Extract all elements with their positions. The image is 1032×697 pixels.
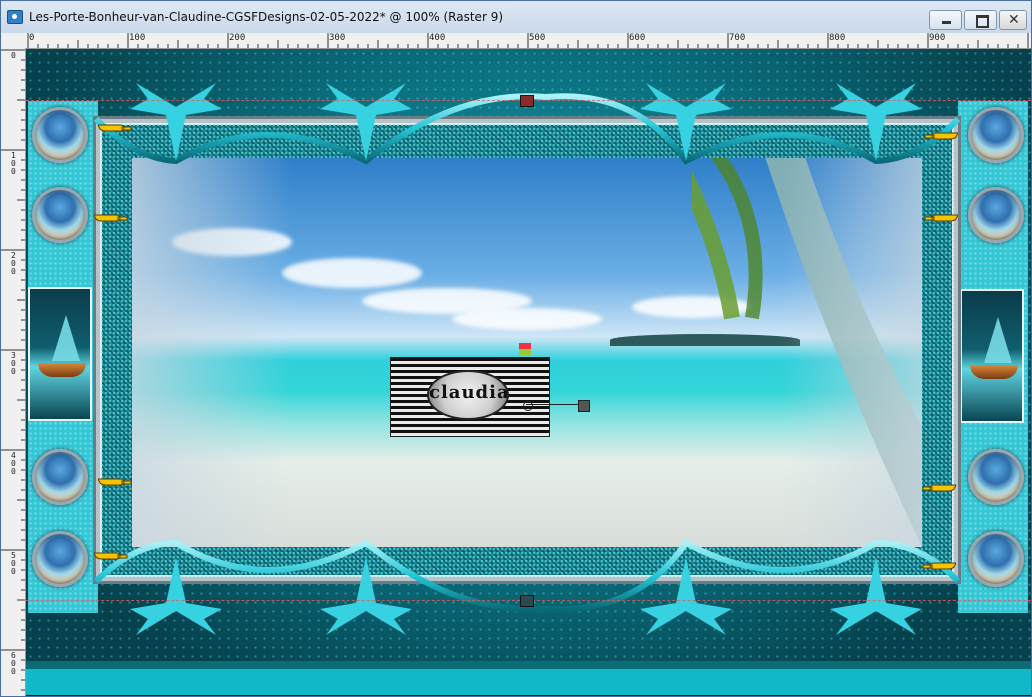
pointing-hand-icon bbox=[98, 475, 132, 489]
ruler-label-200: 200 bbox=[229, 33, 246, 43]
image-window: Les-Porte-Bonheur-van-Claudine-CGSFDesig… bbox=[0, 0, 1032, 697]
ruler-label-600: 600 bbox=[629, 33, 646, 43]
ruler-label-800: 800 bbox=[829, 33, 846, 43]
logo-badge: claudia bbox=[427, 370, 509, 420]
transform-handle-top[interactable] bbox=[520, 95, 534, 107]
ruler-label-400: 400 bbox=[429, 33, 446, 43]
horizontal-ruler-ticks bbox=[27, 33, 1029, 48]
ruler-label-900: 900 bbox=[929, 33, 946, 43]
pointing-hand-icon bbox=[94, 211, 128, 225]
ruler-label-v300: 300 bbox=[11, 351, 16, 376]
ruler-label-v400: 400 bbox=[11, 451, 16, 476]
ruler-label-v0: 0 bbox=[11, 51, 16, 60]
logo-text: claudia bbox=[429, 382, 510, 403]
ruler-label-300: 300 bbox=[329, 33, 346, 43]
horizontal-ruler[interactable]: 0 100 200 300 400 500 600 700 800 900 bbox=[1, 33, 1031, 49]
image-canvas[interactable]: claudia bbox=[26, 49, 1031, 695]
ruler-label-v500: 500 bbox=[11, 551, 16, 576]
pointing-hand-icon bbox=[922, 559, 956, 573]
window-title: Les-Porte-Bonheur-van-Claudine-CGSFDesig… bbox=[29, 10, 504, 24]
ruler-label-v200: 200 bbox=[11, 251, 16, 276]
ruler-label-700: 700 bbox=[729, 33, 746, 43]
ruler-label-v600: 600 bbox=[11, 651, 16, 676]
flag-marker bbox=[519, 343, 531, 355]
rotation-handle-line bbox=[526, 404, 578, 405]
title-bar[interactable]: Les-Porte-Bonheur-van-Claudine-CGSFDesig… bbox=[1, 1, 1031, 34]
minimize-button[interactable] bbox=[929, 10, 962, 30]
close-button[interactable]: ✕ bbox=[999, 10, 1027, 30]
maximize-button[interactable] bbox=[964, 10, 997, 30]
pointing-hand-icon bbox=[98, 121, 132, 135]
pointing-hand-icon bbox=[94, 549, 128, 563]
rotation-handle[interactable] bbox=[578, 400, 590, 412]
ruler-label-0: 0 bbox=[29, 33, 35, 43]
pointing-hand-icon bbox=[924, 129, 958, 143]
minimize-icon bbox=[942, 21, 951, 24]
close-icon: ✕ bbox=[1008, 12, 1020, 28]
vertical-ruler[interactable]: 0 100 200 300 400 500 600 bbox=[1, 48, 26, 696]
transform-handle-bottom[interactable] bbox=[520, 595, 534, 607]
pointing-hand-icon bbox=[922, 481, 956, 495]
image-icon bbox=[7, 10, 23, 24]
ruler-label-500: 500 bbox=[529, 33, 546, 43]
maximize-icon bbox=[976, 15, 989, 28]
rotation-pivot[interactable] bbox=[523, 401, 533, 411]
ruler-label-100: 100 bbox=[129, 33, 146, 43]
watermark-logo[interactable]: claudia bbox=[390, 357, 550, 437]
ruler-label-v100: 100 bbox=[11, 151, 16, 176]
pointing-hand-icon bbox=[924, 211, 958, 225]
